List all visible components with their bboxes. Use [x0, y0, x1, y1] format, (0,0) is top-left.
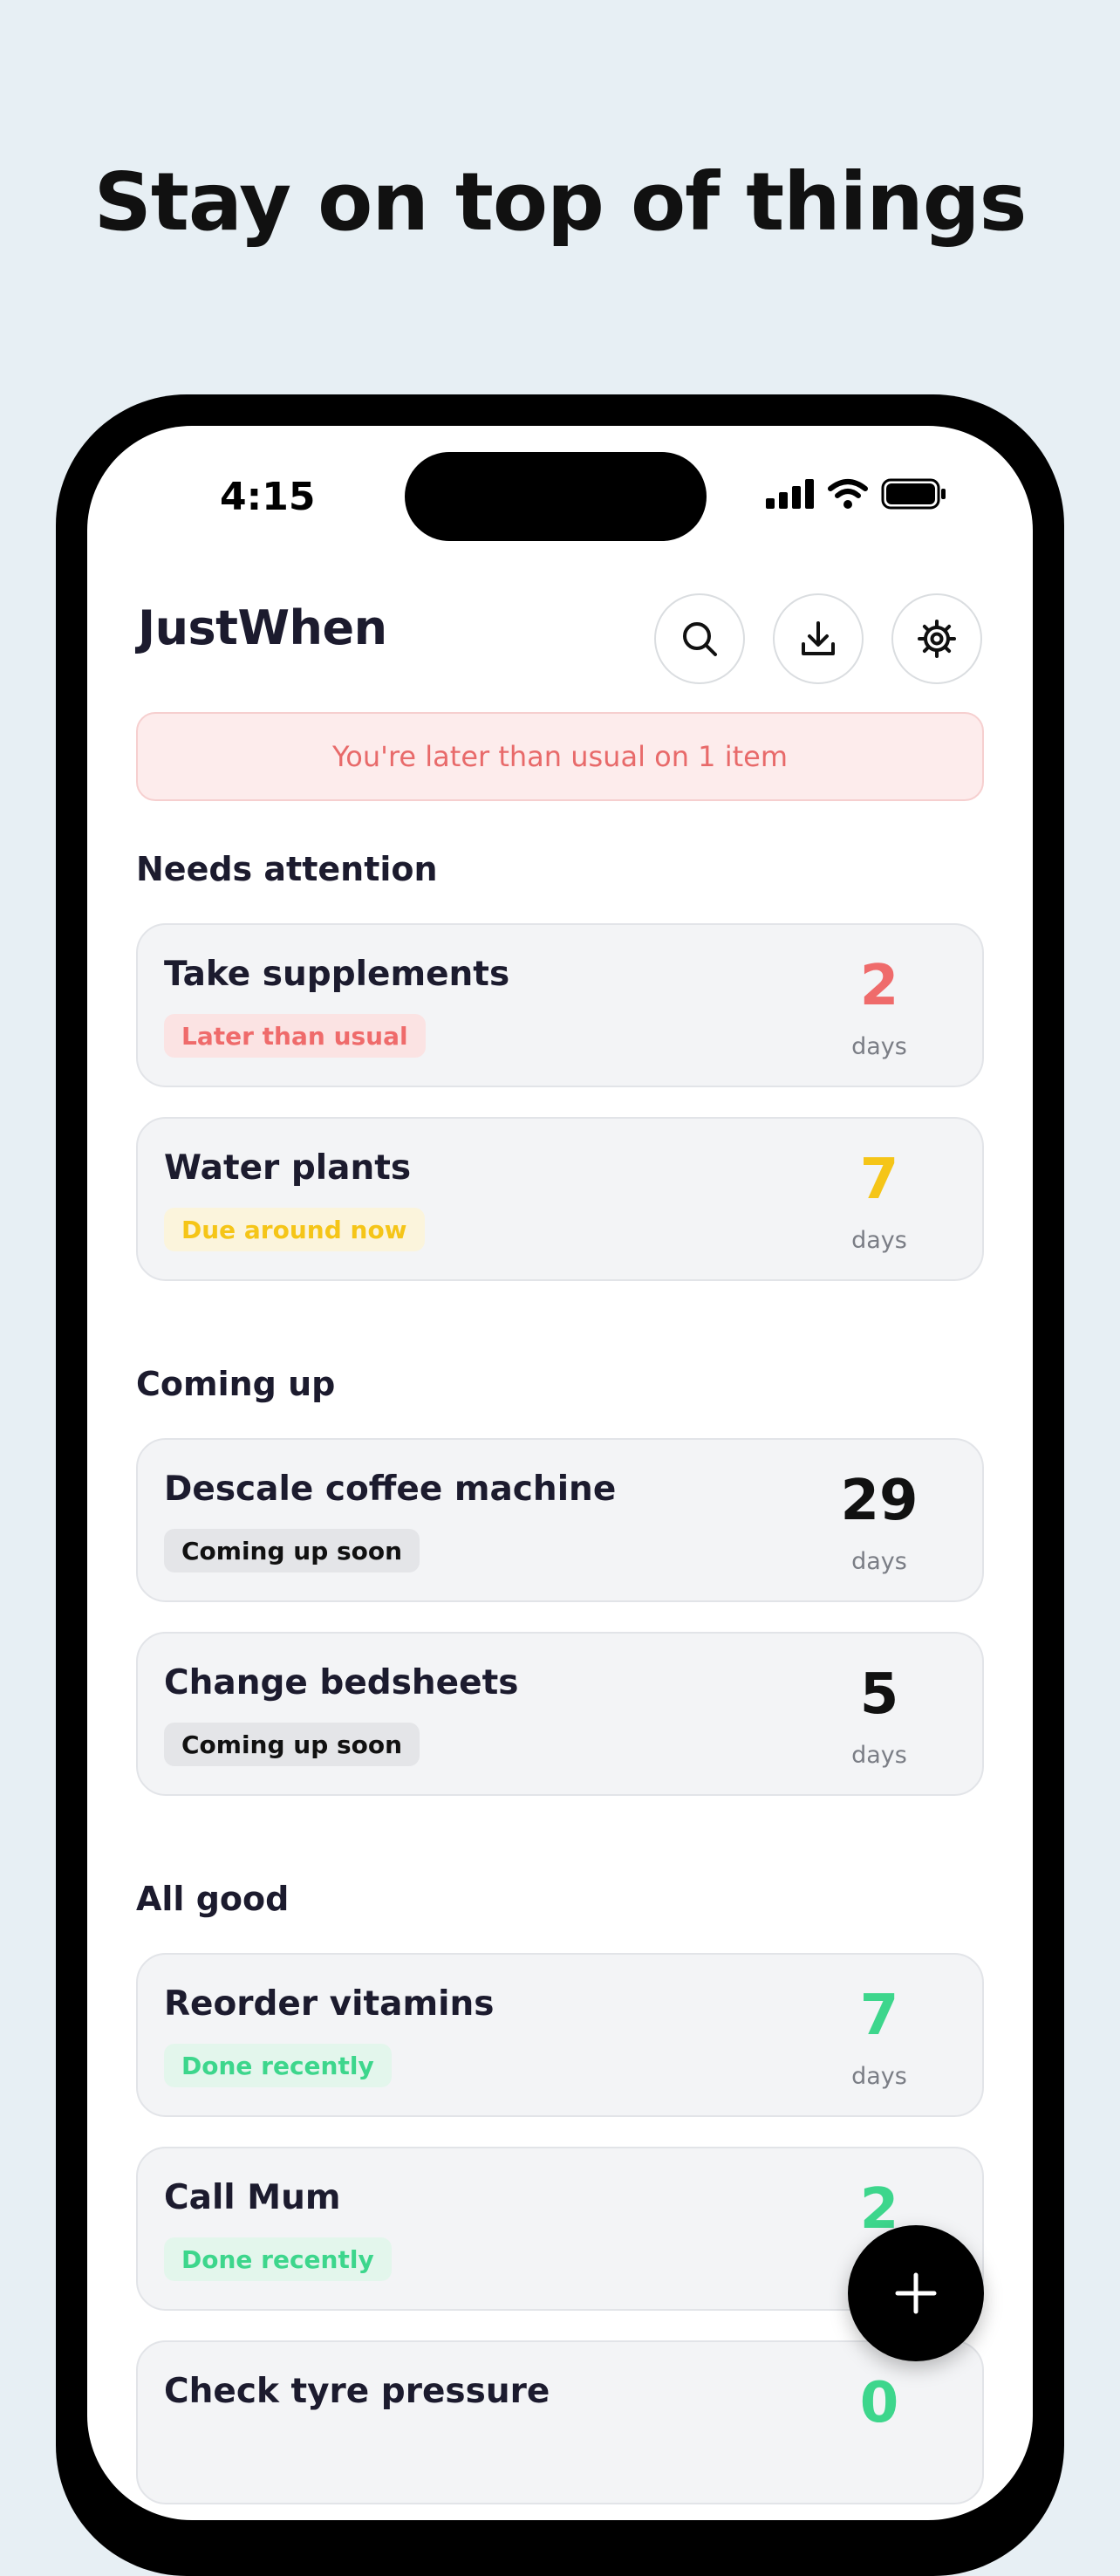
- search-icon: [683, 622, 717, 656]
- gear-icon: [918, 620, 956, 658]
- item-day-unit: days: [851, 2063, 907, 2090]
- late-items-banner[interactable]: You're later than usual on 1 item: [136, 712, 984, 801]
- section-heading-coming-up: Coming up: [136, 1365, 336, 1403]
- item-title: Check tyre pressure: [164, 2372, 550, 2411]
- wifi-icon: [828, 479, 868, 509]
- item-card[interactable]: Reorder vitamins Done recently 7 days: [136, 1953, 984, 2117]
- status-time: 4:15: [220, 475, 316, 519]
- item-status-badge: Done recently: [164, 2044, 392, 2087]
- app-title: JustWhen: [138, 600, 387, 655]
- search-button[interactable]: [654, 593, 745, 684]
- item-title: Descale coffee machine: [164, 1470, 617, 1509]
- item-status-badge: Coming up soon: [164, 1529, 420, 1572]
- item-card[interactable]: Take supplements Later than usual 2 days: [136, 923, 984, 1087]
- dynamic-island: [405, 452, 707, 541]
- battery-icon: [881, 478, 946, 510]
- headline: Stay on top of things: [93, 155, 1028, 249]
- item-status-badge: Done recently: [164, 2237, 392, 2281]
- item-card[interactable]: Water plants Due around now 7 days: [136, 1117, 984, 1281]
- settings-button[interactable]: [891, 593, 982, 684]
- item-status-badge: Later than usual: [164, 1014, 426, 1058]
- item-card[interactable]: Check tyre pressure 0: [136, 2340, 984, 2504]
- item-day-unit: days: [851, 1742, 907, 1769]
- item-day-count: 29: [840, 1469, 919, 1533]
- cellular-signal-icon: [766, 479, 814, 509]
- item-title: Take supplements: [164, 955, 510, 994]
- item-day-unit: days: [851, 1227, 907, 1254]
- item-title: Reorder vitamins: [164, 1984, 495, 2024]
- section-heading-needs-attention: Needs attention: [136, 850, 438, 888]
- banner-text: You're later than usual on 1 item: [332, 740, 788, 773]
- item-card[interactable]: Descale coffee machine Coming up soon 29…: [136, 1438, 984, 1602]
- item-card[interactable]: Change bedsheets Coming up soon 5 days: [136, 1632, 984, 1796]
- item-day-count: 7: [859, 1148, 899, 1212]
- item-title: Call Mum: [164, 2178, 341, 2217]
- status-icons: [766, 475, 947, 513]
- download-icon: [802, 621, 835, 655]
- item-day-unit: days: [851, 1548, 907, 1575]
- item-day-unit: days: [851, 1033, 907, 1060]
- phone-screen: 4:15 JustWhen You're later than usual on…: [87, 426, 1033, 2520]
- item-day-count: 7: [859, 1983, 899, 2048]
- item-status-badge: Due around now: [164, 1208, 425, 1251]
- item-status-badge: Coming up soon: [164, 1723, 420, 1766]
- add-item-button[interactable]: [848, 2225, 984, 2361]
- download-button[interactable]: [773, 593, 864, 684]
- item-day-count: 2: [859, 954, 899, 1018]
- item-day-count: 0: [859, 2371, 899, 2436]
- item-title: Water plants: [164, 1148, 412, 1188]
- item-day-count: 5: [859, 1662, 899, 1727]
- item-title: Change bedsheets: [164, 1663, 519, 1702]
- section-heading-all-good: All good: [136, 1880, 290, 1918]
- plus-icon: [895, 2272, 937, 2314]
